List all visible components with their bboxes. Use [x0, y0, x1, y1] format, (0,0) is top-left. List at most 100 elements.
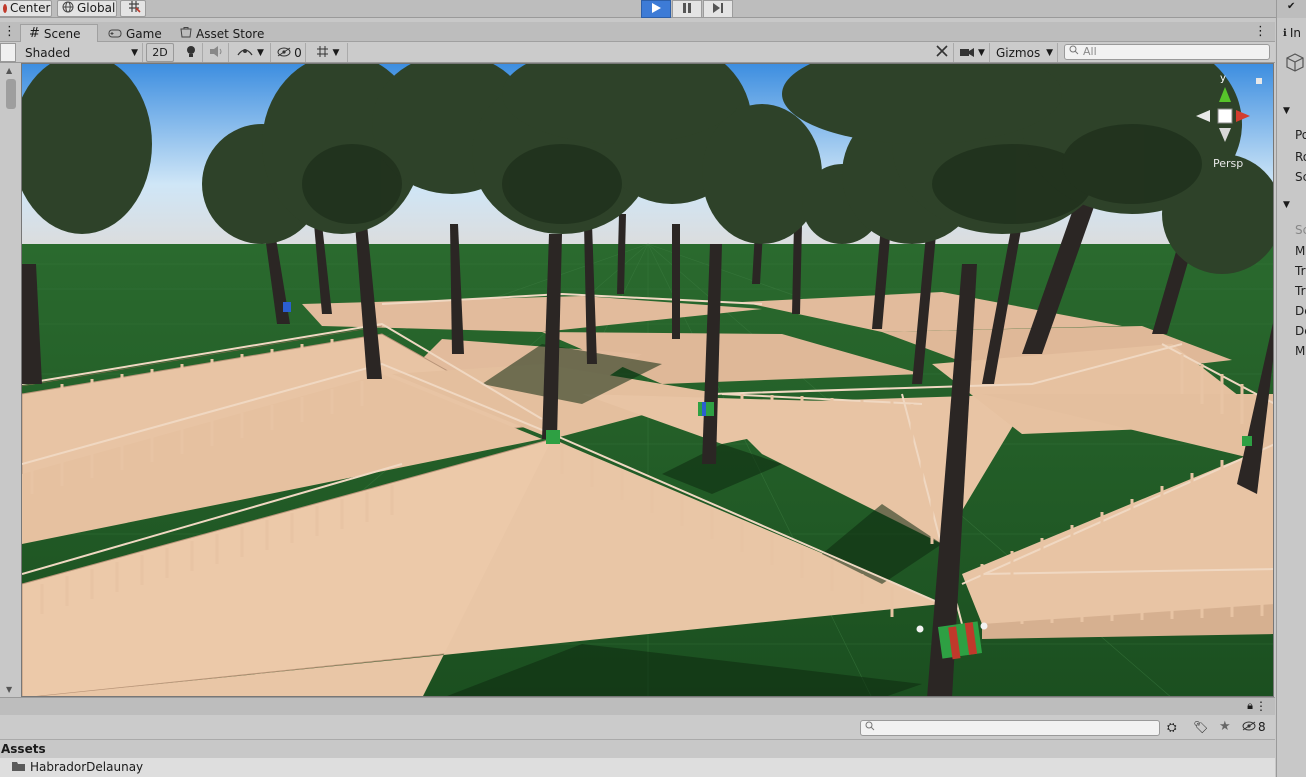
step-icon [712, 2, 724, 16]
panel-options-icon[interactable]: ⋮ [1254, 24, 1267, 39]
tab-scene-label: Scene [43, 27, 81, 41]
inspector-row: Sc [1295, 170, 1306, 184]
gizmos-label: Gizmos [996, 45, 1041, 60]
project-search-input[interactable] [860, 720, 1160, 736]
draw-mode-label: Shaded [25, 45, 71, 60]
scene-tab-strip: ⋮ # Scene Game Asset Store ⋮ [0, 22, 1275, 43]
list-item[interactable]: HabradorDelaunay [0, 758, 1275, 777]
camera-dropdown[interactable]: ▼ [956, 43, 990, 62]
left-scrollbar[interactable]: ▲ ▼ [0, 63, 21, 697]
lighting-toggle[interactable] [179, 43, 203, 62]
collapse-arrow-icon[interactable]: ▼ [1283, 106, 1290, 116]
gizmo-center-cube[interactable] [1217, 108, 1233, 124]
tab-asset-store[interactable]: Asset Store [172, 24, 272, 43]
scroll-up-arrow[interactable]: ▲ [6, 66, 12, 75]
tab-asset-store-label: Asset Store [196, 26, 265, 41]
inspector-row: M [1295, 344, 1306, 358]
search-icon [1069, 45, 1079, 59]
hidden-packages-toggle[interactable]: 8 [1242, 720, 1266, 734]
hidden-packages-count: 8 [1258, 720, 1266, 734]
effects-dropdown[interactable]: ▼ [231, 43, 271, 62]
grid-snap-icon [127, 0, 141, 17]
inspector-header: ✔ [1277, 0, 1306, 18]
scene-render[interactable]: y Persp [22, 64, 1274, 697]
tab-scene[interactable]: # Scene [20, 24, 98, 43]
grid-dropdown[interactable]: ▼ [308, 43, 348, 62]
globe-icon [62, 1, 74, 17]
gizmo-y-label: y [1220, 73, 1226, 84]
inspector-row: Sc [1295, 223, 1306, 237]
chevron-down-icon: ▼ [131, 47, 138, 58]
draw-mode-dropdown[interactable]: Shaded ▼ [21, 43, 143, 62]
tools-icon [935, 45, 948, 60]
hidden-eye-icon [277, 46, 291, 60]
search-placeholder: All [1083, 45, 1097, 58]
favorite-star-icon[interactable]: ★ [1219, 719, 1231, 734]
scroll-thumb[interactable] [6, 79, 16, 109]
pivot-icon [3, 4, 7, 13]
hidden-count: 0 [294, 45, 302, 60]
inspector-row: Tr [1295, 284, 1306, 298]
toggle-2d-label: 2D [152, 46, 168, 59]
panel-options-icon[interactable]: ⋮ [1255, 699, 1267, 713]
inspector-row: Ro [1295, 150, 1306, 164]
lock-icon[interactable]: 🔒︎ [1247, 699, 1253, 713]
hidden-eye-icon [1242, 720, 1256, 734]
store-icon [180, 25, 192, 43]
filter-by-type-icon[interactable]: ⛭ [1167, 720, 1177, 735]
chevron-down-icon: ▼ [1046, 47, 1053, 58]
folder-icon [12, 758, 25, 777]
inspector-row: Tr [1295, 264, 1306, 278]
scroll-down-arrow[interactable]: ▼ [6, 685, 12, 694]
tab-game[interactable]: Game [100, 24, 170, 43]
scene-visibility-toggle[interactable]: 0 [274, 43, 306, 62]
tools-button[interactable] [930, 43, 954, 62]
filter-by-label-icon[interactable]: 🏷︎ [1193, 720, 1208, 734]
chevron-down-icon: ▼ [332, 47, 340, 58]
inspector-row: Po [1295, 128, 1306, 142]
chevron-down-icon[interactable]: ✔ [1287, 1, 1295, 12]
main-toolbar: Center Global [0, 0, 1306, 18]
audio-toggle[interactable] [205, 43, 229, 62]
lock-view-icon[interactable] [1256, 78, 1262, 84]
scene-search-input[interactable]: All [1064, 44, 1270, 60]
chevron-down-icon: ▼ [257, 47, 264, 58]
grid-icon: # [29, 26, 40, 41]
info-icon: ℹ [1283, 27, 1287, 39]
space-toggle-button[interactable]: Global [57, 0, 117, 17]
grid-icon [316, 45, 329, 61]
assets-breadcrumb[interactable]: Assets [0, 740, 1275, 758]
pivot-toggle-button[interactable]: Center [0, 0, 52, 17]
effects-icon [237, 46, 253, 60]
play-icon [651, 2, 661, 16]
inspector-row: De [1295, 304, 1306, 318]
scene-view-toolbar: Shaded ▼ 2D ▼ 0 ▼ ▼ Gizmos ▼ All [0, 42, 1275, 63]
toggle-2d-button[interactable]: 2D [146, 43, 174, 62]
panel-menu-icon[interactable]: ⋮ [3, 24, 16, 39]
tab-inspector[interactable]: ℹ In [1277, 24, 1306, 42]
pause-button[interactable] [672, 0, 702, 18]
gizmos-dropdown[interactable]: Gizmos ▼ [992, 43, 1058, 62]
folder-label: HabradorDelaunay [30, 760, 144, 774]
play-button[interactable] [641, 0, 671, 18]
pause-icon [682, 2, 692, 16]
left-stub-field[interactable] [0, 43, 16, 62]
inspector-row: De [1295, 324, 1306, 338]
gamepad-icon [108, 25, 122, 43]
step-button[interactable] [703, 0, 733, 18]
collapse-arrow-icon[interactable]: ▼ [1283, 200, 1290, 210]
grid-snap-button[interactable] [120, 0, 146, 17]
camera-icon [960, 46, 975, 60]
pivot-label: Center [10, 1, 51, 15]
inspector-tab-label: In [1289, 26, 1301, 40]
project-toolbar: ⛭ 🏷︎ ★ 8 [0, 715, 1275, 740]
projection-label[interactable]: Persp [1213, 157, 1243, 170]
scene-viewport[interactable]: y Persp [21, 63, 1274, 697]
search-icon [865, 721, 875, 735]
panel-divider: 🔒︎ ⋮ [0, 697, 1275, 715]
chevron-down-icon: ▼ [978, 47, 985, 58]
cube-icon [1285, 52, 1305, 75]
inspector-row: M [1295, 244, 1306, 258]
speaker-icon [209, 45, 224, 60]
space-label: Global [77, 1, 116, 15]
